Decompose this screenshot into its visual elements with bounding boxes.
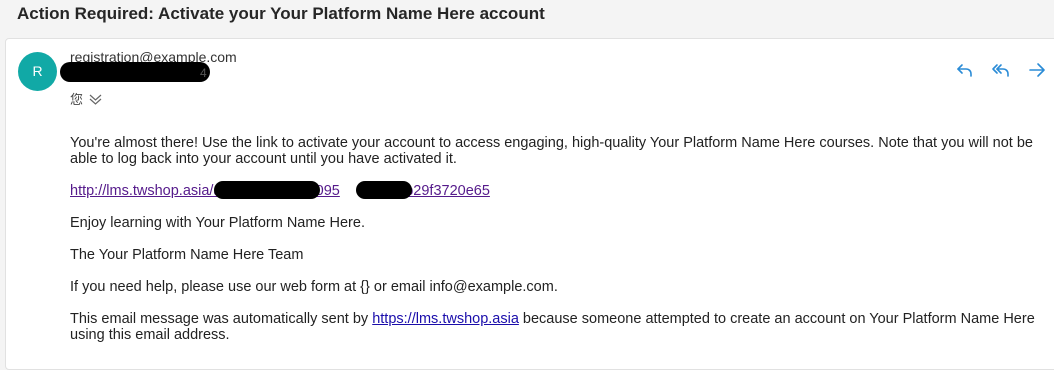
- help-paragraph: If you need help, please use our web for…: [70, 279, 558, 295]
- message-actions: [955, 60, 1050, 80]
- reply-icon[interactable]: [955, 60, 975, 80]
- intro-paragraph: You're almost there! Use the link to act…: [70, 135, 1033, 167]
- details-label: 您: [70, 92, 84, 107]
- chevron-down-icon[interactable]: [89, 93, 102, 109]
- avatar[interactable]: R: [18, 52, 57, 91]
- redacted-recipient: [60, 62, 210, 82]
- forward-icon[interactable]: [1027, 60, 1047, 80]
- email-subject: Action Required: Activate your Your Plat…: [17, 4, 545, 23]
- auto-sent-paragraph: This email message was automatically sen…: [70, 311, 1050, 343]
- activation-link[interactable]: http://lms.twshop.asia/a1a095e0cb29f3720…: [70, 181, 1050, 199]
- email-body: You're almost there! Use the link to act…: [70, 135, 1050, 359]
- site-link[interactable]: https://lms.twshop.asia: [372, 311, 519, 327]
- details-toggle[interactable]: 您: [70, 89, 102, 109]
- recipient-suffix: 4: [200, 66, 207, 80]
- subject-bar: Action Required: Activate your Your Plat…: [0, 0, 1054, 34]
- reply-all-icon[interactable]: [991, 60, 1011, 80]
- signoff-paragraph: The Your Platform Name Here Team: [70, 247, 304, 263]
- activation-link-start[interactable]: http://lms.twshop.asia/a: [70, 183, 222, 199]
- enjoy-paragraph: Enjoy learning with Your Platform Name H…: [70, 215, 365, 231]
- auto-sent-prefix: This email message was automatically sen…: [70, 311, 373, 327]
- redaction-block: [214, 181, 320, 199]
- redaction-block: [356, 181, 412, 199]
